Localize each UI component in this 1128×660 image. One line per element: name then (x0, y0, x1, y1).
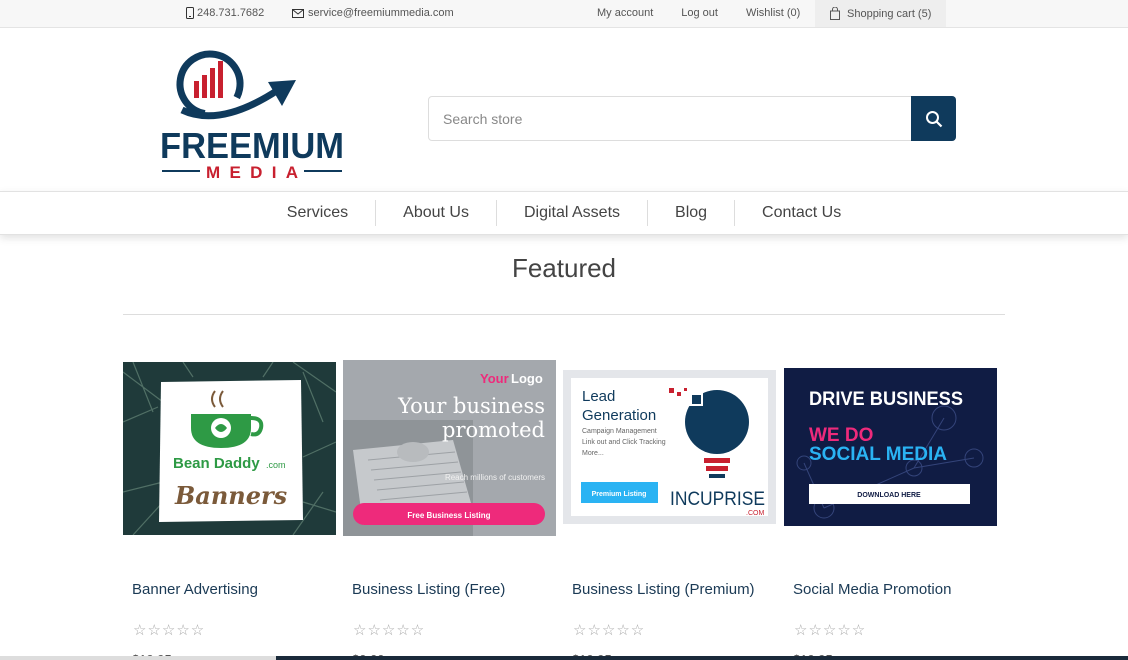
reach-millions-text: Reach millions of customers (445, 473, 545, 482)
promoted-text: promoted (442, 418, 545, 442)
nav-about-us[interactable]: About Us (376, 200, 497, 226)
product-rating-stars: ☆☆☆☆☆ (794, 622, 867, 639)
phone-icon (186, 7, 194, 19)
search-icon (925, 110, 942, 127)
bean-daddy-text: Bean Daddy (173, 455, 260, 472)
email-contact: service@freemiummedia.com (292, 7, 454, 19)
link-out-text: Link out and Click Tracking (582, 439, 666, 446)
logo-wordmark-freemium: FREEMIUM (160, 125, 344, 166)
top-utility-bar: 248.731.7682 service@freemiummedia.com M… (0, 0, 1128, 28)
product-name[interactable]: Social Media Promotion (793, 581, 951, 598)
product-rating-stars: ☆☆☆☆☆ (353, 622, 426, 639)
product-rating-stars: ☆☆☆☆☆ (573, 622, 646, 639)
product-name[interactable]: Banner Advertising (132, 581, 258, 598)
phone-number: 248.731.7682 (197, 7, 265, 19)
site-header: FREEMIUM MEDIA (0, 28, 1128, 191)
your-logo-your-text: Your (480, 371, 509, 386)
featured-heading: Featured (511, 253, 617, 283)
wishlist-link[interactable]: Wishlist (0) (746, 7, 800, 19)
premium-listing-button-text: Premium Listing (592, 491, 647, 498)
drive-business-text: DRIVE BUSINESS (809, 389, 963, 410)
search-button[interactable] (911, 96, 956, 141)
generation-text: Generation (582, 407, 656, 424)
search-box (428, 96, 956, 141)
envelope-icon (292, 8, 304, 18)
banners-script-text: Banners (174, 481, 288, 510)
phone-contact: 248.731.7682 (186, 7, 264, 19)
incuprise-text: INCUPRISE (670, 489, 765, 510)
product-rating-stars: ☆☆☆☆☆ (133, 622, 206, 639)
product-image-business-listing-premium[interactable]: Lead Generation Campaign Management Link… (563, 370, 776, 524)
product-image-social-media-promotion[interactable]: DRIVE BUSINESS WE DO SOCIAL MEDIA DOWNLO… (784, 368, 997, 526)
product-image-business-listing-free[interactable]: Your Logo Your business promoted Reach m… (343, 360, 556, 536)
shopping-cart-label: Shopping cart (5) (847, 7, 932, 20)
bottom-edge-bar (0, 656, 1128, 660)
featured-products: Bean Daddy .com Banners Banner Advertisi… (0, 315, 1128, 660)
bean-daddy-com-text: .com (266, 460, 286, 470)
campaign-management-text: Campaign Management (582, 428, 657, 435)
shopping-cart-link[interactable]: Shopping cart (5) (815, 0, 946, 27)
lead-text: Lead (582, 388, 615, 405)
free-business-listing-button-text: Free Business Listing (407, 511, 490, 520)
nav-digital-assets[interactable]: Digital Assets (497, 200, 649, 226)
freemium-media-logo[interactable]: FREEMIUM MEDIA (160, 48, 350, 188)
your-business-text: Your business (397, 394, 545, 418)
download-here-button-text: DOWNLOAD HERE (857, 492, 921, 499)
main-navigation: Services About Us Digital Assets Blog Co… (0, 191, 1128, 235)
search-input[interactable] (429, 97, 911, 140)
we-do-text: WE DO (809, 425, 873, 446)
email-address[interactable]: service@freemiummedia.com (308, 7, 454, 19)
log-out-link[interactable]: Log out (681, 7, 718, 19)
shopping-bag-icon (830, 7, 840, 20)
account-links: My account Log out Wishlist (0) (597, 7, 828, 19)
my-account-link[interactable]: My account (597, 7, 653, 19)
nav-blog[interactable]: Blog (648, 200, 736, 226)
incuprise-com-text: .COM (746, 510, 764, 517)
your-logo-logo-text: Logo (511, 371, 543, 386)
more-text: More... (582, 450, 604, 457)
product-name[interactable]: Business Listing (Free) (352, 581, 505, 598)
nav-contact-us[interactable]: Contact Us (735, 200, 868, 226)
social-media-text: SOCIAL MEDIA (809, 444, 947, 465)
product-name[interactable]: Business Listing (Premium) (572, 581, 755, 598)
nav-services[interactable]: Services (260, 200, 377, 226)
product-image-banner-advertising[interactable]: Bean Daddy .com Banners (123, 362, 336, 535)
